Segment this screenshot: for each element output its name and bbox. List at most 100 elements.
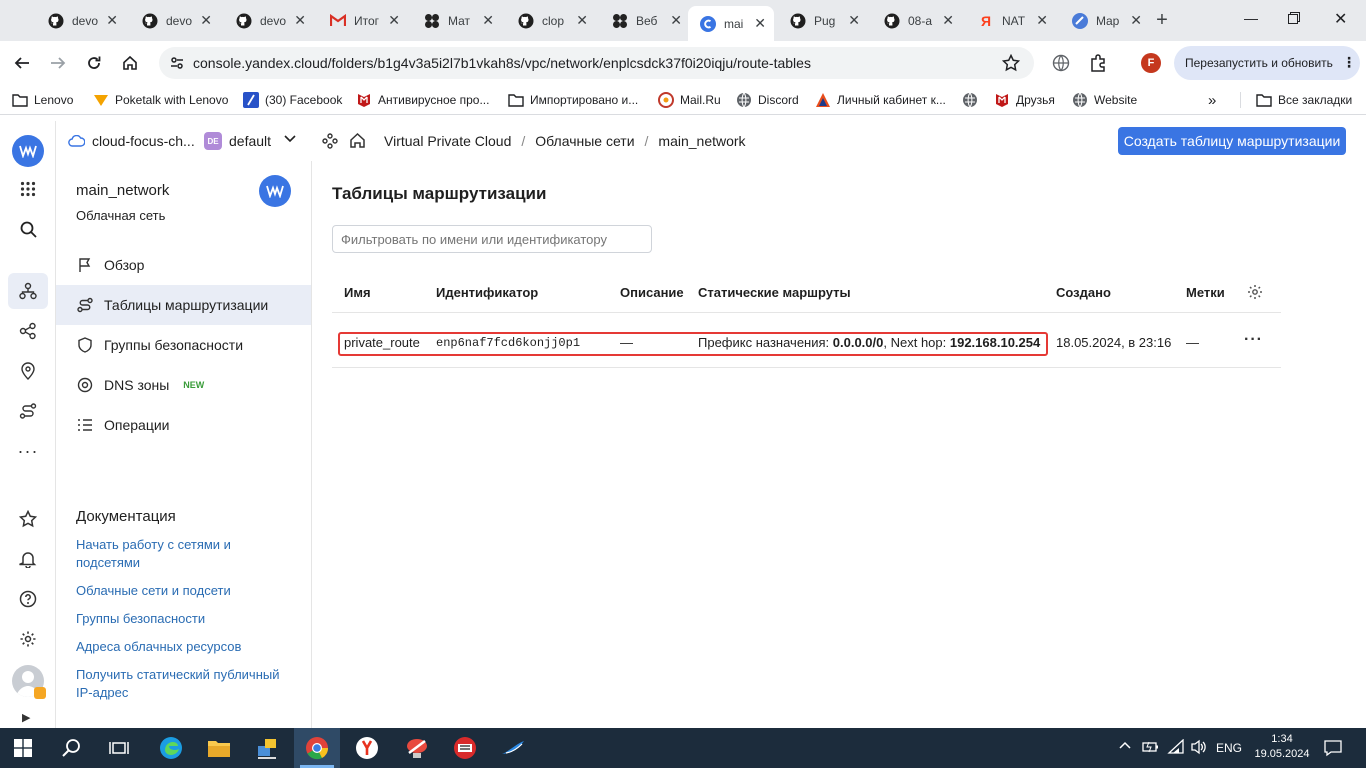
- column-header[interactable]: Идентификатор: [436, 285, 538, 300]
- close-icon[interactable]: ✕: [576, 12, 588, 29]
- task-view-icon[interactable]: [96, 728, 142, 768]
- edge-icon[interactable]: [148, 728, 194, 768]
- close-icon[interactable]: ✕: [388, 12, 400, 29]
- close-icon[interactable]: ✕: [942, 12, 954, 29]
- browser-tab[interactable]: devo ✕: [130, 8, 220, 33]
- file-explorer-icon[interactable]: [196, 728, 242, 768]
- doc-link[interactable]: Начать работу с сетями и подсетями: [76, 536, 296, 572]
- route-table-id[interactable]: enp6naf7fcd6konjj0p1: [436, 336, 580, 350]
- network-app-icon[interactable]: [244, 728, 290, 768]
- chevron-down-icon[interactable]: [284, 135, 296, 143]
- close-icon[interactable]: ✕: [1036, 12, 1048, 29]
- browser-tab[interactable]: Pug ✕: [778, 8, 868, 33]
- volume-icon[interactable]: [1190, 739, 1208, 755]
- bookmark-item[interactable]: Lenovo: [12, 90, 73, 110]
- doc-link[interactable]: Адреса облачных ресурсов: [76, 638, 296, 656]
- column-header[interactable]: Описание: [620, 285, 684, 300]
- minimize-button[interactable]: —: [1241, 10, 1261, 30]
- wifi-icon[interactable]: [1167, 739, 1185, 755]
- bookmark-item[interactable]: (30) Facebook: [243, 90, 342, 110]
- close-icon[interactable]: ✕: [1130, 12, 1142, 29]
- column-header[interactable]: Имя: [344, 285, 371, 300]
- home-icon[interactable]: [349, 132, 366, 149]
- close-icon[interactable]: ✕: [106, 12, 118, 29]
- breadcrumb-item[interactable]: Облачные сети: [535, 133, 634, 149]
- table-settings-gear-icon[interactable]: [1247, 284, 1263, 300]
- column-header[interactable]: Метки: [1186, 285, 1225, 300]
- translate-icon[interactable]: [1049, 51, 1073, 75]
- row-actions-icon[interactable]: ···: [1244, 331, 1263, 349]
- site-info-icon[interactable]: [169, 55, 185, 71]
- notification-center-icon[interactable]: [1324, 739, 1342, 757]
- share-icon[interactable]: [14, 317, 42, 345]
- network-icon[interactable]: [14, 277, 42, 305]
- address-bar[interactable]: console.yandex.cloud/folders/b1g4v3a5i2l…: [159, 47, 1034, 79]
- route-table-name[interactable]: private_route: [344, 335, 420, 350]
- bookmark-item[interactable]: Антивирусное про...: [356, 90, 489, 110]
- extensions-icon[interactable]: [1086, 51, 1110, 75]
- nav-item-dns-zones[interactable]: DNS зоны NEW: [56, 365, 311, 405]
- close-icon[interactable]: ✕: [200, 12, 212, 29]
- close-icon[interactable]: ✕: [848, 12, 860, 29]
- back-button[interactable]: [10, 51, 34, 75]
- notifications-bell-icon[interactable]: [14, 545, 42, 573]
- nav-item-security-groups[interactable]: Группы безопасности: [56, 325, 311, 365]
- home-button[interactable]: [118, 51, 142, 75]
- search-icon[interactable]: [14, 215, 42, 243]
- battery-icon[interactable]: [1142, 740, 1160, 754]
- services-grid-icon[interactable]: [14, 175, 42, 203]
- vpc-logo-icon[interactable]: [12, 135, 44, 167]
- help-icon[interactable]: [14, 585, 42, 613]
- bookmark-item[interactable]: Импортировано и...: [508, 90, 638, 110]
- all-bookmarks[interactable]: Все закладки: [1256, 90, 1352, 110]
- app-launcher-icon[interactable]: [394, 728, 440, 768]
- bookmark-item[interactable]: Личный кабинет к...: [815, 90, 946, 110]
- bookmark-item[interactable]: Poketalk with Lenovo: [93, 90, 228, 110]
- column-header[interactable]: Создано: [1056, 285, 1111, 300]
- browser-tab[interactable]: 08-a ✕: [872, 8, 962, 33]
- close-icon[interactable]: ✕: [294, 12, 306, 29]
- breadcrumb-item[interactable]: Virtual Private Cloud: [384, 133, 511, 149]
- favorites-star-icon[interactable]: [14, 505, 42, 533]
- bookmark-item[interactable]: Друзья: [994, 90, 1055, 110]
- more-bookmarks-icon[interactable]: »: [1208, 90, 1216, 110]
- routes-icon[interactable]: [14, 397, 42, 425]
- close-icon[interactable]: ✕: [754, 15, 766, 32]
- filter-input[interactable]: [332, 225, 652, 253]
- close-window-button[interactable]: ✕: [1334, 9, 1347, 29]
- nav-item-route-tables[interactable]: Таблицы маршрутизации: [56, 285, 311, 325]
- more-services-icon[interactable]: ···: [14, 437, 42, 465]
- taskbar-search-icon[interactable]: [48, 728, 94, 768]
- location-pin-icon[interactable]: [14, 357, 42, 385]
- profile-avatar[interactable]: F: [1141, 53, 1161, 73]
- chrome-icon[interactable]: [294, 728, 340, 768]
- bookmark-item[interactable]: Website: [1072, 90, 1137, 110]
- browser-tab-active[interactable]: mai ✕: [688, 6, 774, 41]
- restart-update-button[interactable]: Перезапустить и обновить ⋮: [1174, 46, 1360, 80]
- doc-link[interactable]: Группы безопасности: [76, 610, 296, 628]
- news-app-icon[interactable]: [442, 728, 488, 768]
- new-tab-button[interactable]: +: [1152, 10, 1172, 30]
- close-icon[interactable]: ✕: [482, 12, 494, 29]
- settings-gear-icon[interactable]: [14, 625, 42, 653]
- bookmark-star-icon[interactable]: [1002, 54, 1020, 72]
- bookmark-item[interactable]: [962, 90, 984, 110]
- create-route-table-button[interactable]: Создать таблицу маршрутизации: [1118, 127, 1346, 155]
- browser-tab[interactable]: Веб ✕: [600, 8, 690, 33]
- cloud-selector[interactable]: cloud-focus-ch...: [68, 133, 195, 149]
- browser-tab[interactable]: Итог ✕: [318, 8, 408, 33]
- nav-item-operations[interactable]: Операции: [56, 405, 311, 445]
- doc-link[interactable]: Получить статический публичный IP-адрес: [76, 666, 296, 702]
- browser-tab[interactable]: devo ✕: [36, 8, 126, 33]
- bookmark-item[interactable]: Mail.Ru: [658, 90, 721, 110]
- folder-name[interactable]: default: [229, 133, 271, 149]
- forward-button[interactable]: [46, 51, 70, 75]
- browser-tab[interactable]: Мат ✕: [412, 8, 502, 33]
- nav-item-overview[interactable]: Обзор: [56, 245, 311, 285]
- yandex-browser-icon[interactable]: [344, 728, 390, 768]
- dolphin-app-icon[interactable]: [490, 728, 536, 768]
- bookmark-item[interactable]: Discord: [736, 90, 799, 110]
- windows-start-icon[interactable]: [0, 728, 46, 768]
- language-indicator[interactable]: ENG: [1216, 741, 1242, 755]
- close-icon[interactable]: ✕: [670, 12, 682, 29]
